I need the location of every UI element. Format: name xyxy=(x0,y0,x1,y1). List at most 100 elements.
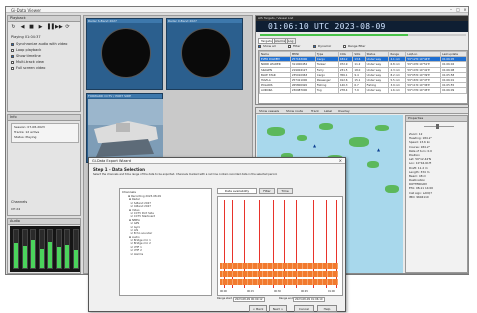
timeline-view[interactable]: 00:00 00:15 00:30 00:45 01:00 xyxy=(217,196,343,296)
table-cell: 1.6 nm xyxy=(388,87,407,94)
checkbox[interactable] xyxy=(11,42,14,46)
maximize-button[interactable]: □ xyxy=(455,7,461,12)
level-meter xyxy=(38,229,45,269)
data-band xyxy=(220,279,338,285)
export-dialog: Gi-Data Export Wizard × Step 1 - Data Se… xyxy=(88,157,346,312)
timeline-axis: 00:00 00:15 00:30 00:45 01:00 xyxy=(220,290,342,295)
tab-filter[interactable]: Filter xyxy=(259,188,275,194)
range-start-label: Range start xyxy=(217,297,233,300)
vessel-marker-icon[interactable]: ▲ xyxy=(377,147,380,152)
cam-cctv[interactable]: FORWARD CCTV / PORT SIDE xyxy=(86,93,163,163)
island xyxy=(349,137,369,147)
tab-data-availability[interactable]: Data availability xyxy=(217,188,257,194)
map-tool[interactable]: Overlay xyxy=(338,109,350,113)
vessel-marker-icon[interactable]: ▲ xyxy=(313,143,316,148)
checkbox[interactable] xyxy=(11,66,14,70)
level-meter xyxy=(21,229,28,269)
window-title: Gi-Data Viewer xyxy=(11,7,42,13)
time-text: 01:06:10 UTC 2023-08-09 xyxy=(268,22,386,31)
cctv-image xyxy=(88,99,163,162)
cancel-button[interactable]: Cancel xyxy=(294,305,314,312)
checkbox[interactable] xyxy=(258,44,261,48)
close-button[interactable]: × xyxy=(462,7,468,12)
ais-tabs: Targets Alarms Log xyxy=(258,38,318,44)
range-end-input[interactable]: 2023-08-09 01:06:10 xyxy=(293,297,325,302)
table-cell: 59°13'N 10°45'E xyxy=(405,87,442,94)
next-button[interactable]: Next > xyxy=(269,305,287,312)
zoom-slider[interactable] xyxy=(424,124,454,129)
play-button[interactable]: ▶ xyxy=(37,24,44,31)
table-cell: Tug xyxy=(314,87,339,94)
level-meter xyxy=(47,229,53,269)
table-cell: 01:06:09 xyxy=(440,87,467,94)
info-row: Status: Playing xyxy=(14,135,37,139)
table-row[interactable]: AURORA 230987000 Tug 278.4 7.9 Under way 1.6 n… xyxy=(259,87,467,94)
range-start-input[interactable]: 2023-08-09 00:00:12 xyxy=(233,297,265,302)
info-row: Session: 07-08-2023 xyxy=(14,125,45,129)
level-meter xyxy=(13,229,19,269)
channel-tree: Channels ⊟ Recording 2023-08-09 ⊟ Radar … xyxy=(119,188,212,296)
level-meter xyxy=(30,229,36,269)
tab-time[interactable]: Time xyxy=(277,188,293,194)
channel-header: Channels xyxy=(11,200,28,204)
checkbox[interactable] xyxy=(288,44,291,48)
map-tool[interactable]: Track xyxy=(311,109,319,113)
map-tool[interactable]: Show vessels xyxy=(259,109,279,113)
timeline-tick: 00:00 xyxy=(220,290,227,293)
pause-button[interactable]: ▐▐ xyxy=(46,24,54,31)
level-meter-fill xyxy=(14,243,18,268)
checkbox[interactable] xyxy=(313,44,316,48)
info-row: Tracks: 12 active xyxy=(14,130,40,134)
checkbox[interactable] xyxy=(11,54,14,58)
island xyxy=(319,123,333,130)
level-meter xyxy=(72,229,79,269)
step-back-button[interactable]: ◀ xyxy=(19,24,26,31)
back-button[interactable]: < Back xyxy=(249,305,267,312)
dialog-titlebar: Gi-Data Export Wizard × xyxy=(89,158,345,164)
playback-position: Playing 01:04:37 xyxy=(11,35,41,39)
cam-title: Radar X-Band 2027 xyxy=(167,19,242,23)
range-end-label: Range end xyxy=(279,297,293,300)
minimize-button[interactable]: – xyxy=(448,7,454,12)
audio-header: Audio xyxy=(8,219,80,225)
ais-table-grid: Name MMSI Type COG SOG Status Range Lat/Lon Last… xyxy=(259,51,467,94)
data-band xyxy=(220,271,338,277)
info-panel: Info Session: 07-08-2023 Tracks: 12 acti… xyxy=(7,114,81,216)
table-cell: AURORA xyxy=(259,87,291,94)
title-bar: Gi-Data Viewer – □ × xyxy=(6,7,468,13)
island xyxy=(375,125,389,131)
map-tool[interactable]: Label xyxy=(324,109,332,113)
help-button[interactable]: Help xyxy=(317,305,337,312)
map-tool[interactable]: Show route xyxy=(286,109,303,113)
step-header: Step 1 - Data Selection Select the chann… xyxy=(93,167,343,180)
rewind-button[interactable]: ↻ xyxy=(10,24,17,31)
progress-fill xyxy=(260,34,409,36)
refresh-button[interactable]: ⟳ xyxy=(64,24,71,31)
checkbox[interactable] xyxy=(11,48,14,52)
level-meter-fill xyxy=(73,250,78,268)
step-title: Step 1 - Data Selection xyxy=(93,167,145,172)
table-cell: 7.9 xyxy=(352,87,366,94)
fast-forward-button[interactable]: ▶▶ xyxy=(55,24,63,31)
dialog-close-icon[interactable]: × xyxy=(339,158,342,163)
properties-panel: Properties Zoom: 12 Heading: 184.2° Speed:… xyxy=(405,115,468,273)
level-meter-fill xyxy=(65,244,69,268)
stop-button[interactable]: ■ xyxy=(28,24,35,31)
checkbox[interactable] xyxy=(11,60,14,64)
island xyxy=(297,135,307,141)
range-fields: Range start 2023-08-09 00:00:12 Range en… xyxy=(217,297,343,303)
cam-radar-s[interactable]: Radar S-Band 2027 xyxy=(86,18,163,90)
timeline-tick: 01:00 xyxy=(328,290,335,293)
zoom-slider-handle[interactable] xyxy=(436,124,439,129)
table-cell: 230987000 xyxy=(289,87,316,94)
level-meter xyxy=(55,229,62,269)
cam-radar-x[interactable]: Radar X-Band 2027 xyxy=(166,18,243,90)
checkbox[interactable] xyxy=(343,44,346,48)
level-meter-fill xyxy=(31,240,35,268)
timeline-tick: 00:30 xyxy=(274,290,281,293)
radar-display xyxy=(181,28,231,78)
info-header: Info xyxy=(8,115,80,121)
level-meter-fill xyxy=(22,246,27,268)
tree-item[interactable]: ☑ Alarms xyxy=(128,252,211,256)
playback-panel: Playback ↻ ◀ ■ ▶ ▐▐ ▶▶ ⟳ Playing 01:04:3… xyxy=(7,15,81,112)
